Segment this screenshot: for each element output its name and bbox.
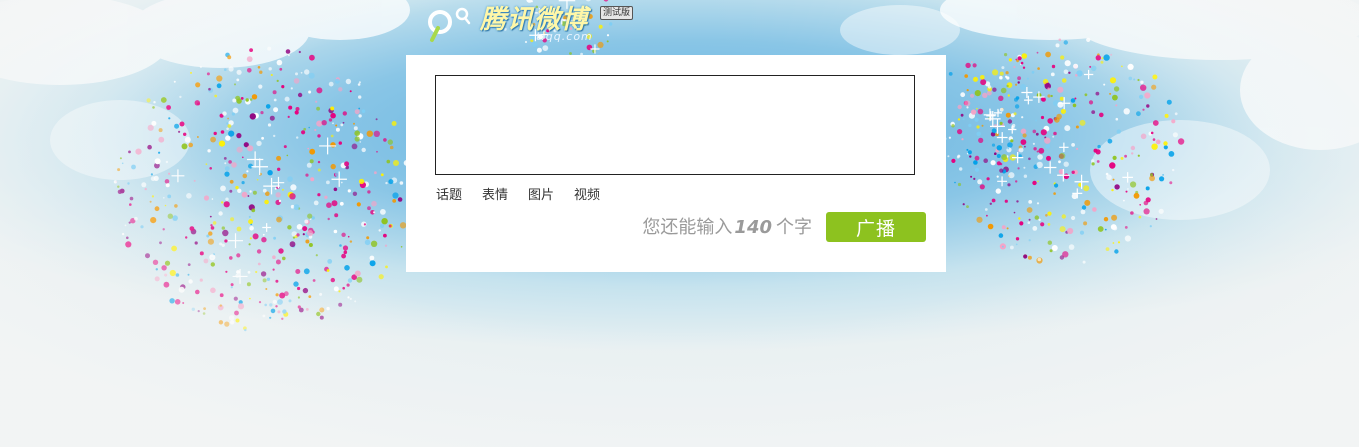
emoji-button[interactable]: 表情 [482,184,508,203]
counter-remaining: 140 [734,217,772,238]
image-button[interactable]: 图片 [528,184,554,203]
video-button[interactable]: 视频 [574,184,600,203]
beta-badge: 测试版 [600,6,634,20]
weibo-logo-icon [428,7,471,42]
post-textarea[interactable] [435,75,915,175]
counter-suffix: 个字 [776,217,812,238]
topic-button[interactable]: 话题 [436,184,462,203]
composer-toolbar: 话题 表情 图片 视频 [436,184,600,203]
char-counter: 您还能输入 140 个字 [642,213,812,239]
broadcast-button[interactable]: 广播 [826,212,926,242]
counter-prefix: 您还能输入 [642,217,733,238]
post-panel: 话题 表情 图片 视频 您还能输入 140 个字 广播 [406,55,946,272]
brand-logo[interactable]: 腾讯微博 t.qq.com 测试版 [426,0,641,52]
brand-domain: t.qq.com [536,30,593,43]
